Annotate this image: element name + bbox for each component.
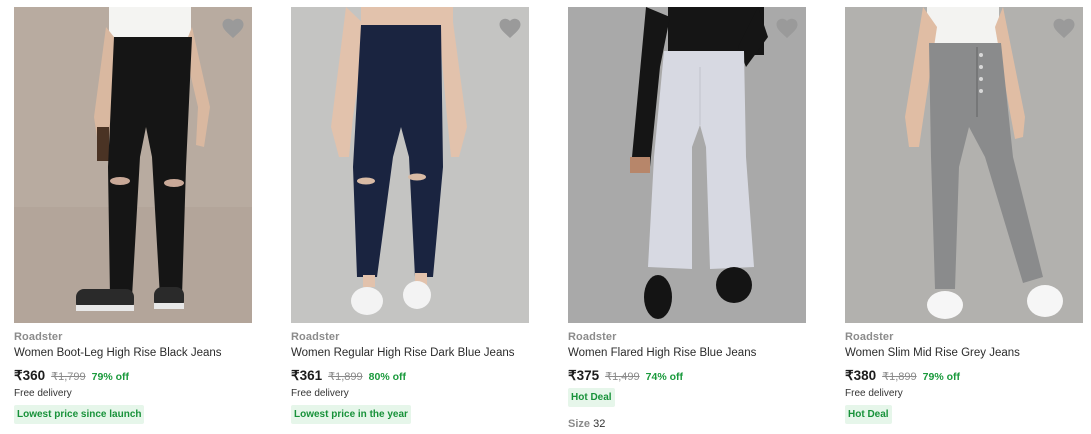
product-image[interactable] (291, 7, 529, 323)
product-image[interactable] (845, 7, 1083, 323)
product-card[interactable]: Roadster Women Boot-Leg High Rise Black … (14, 0, 252, 434)
deal-badge: Lowest price since launch (14, 405, 145, 424)
product-image[interactable] (568, 7, 806, 323)
price-row: ₹375 ₹1,499 74% off (568, 368, 683, 384)
product-title[interactable]: Women Boot-Leg High Rise Black Jeans (14, 347, 222, 359)
product-image[interactable] (14, 7, 252, 323)
heart-icon[interactable] (498, 17, 522, 39)
product-title[interactable]: Women Slim Mid Rise Grey Jeans (845, 347, 1020, 359)
deal-badge: Lowest price in the year (291, 405, 411, 424)
price-row: ₹361 ₹1,899 80% off (291, 368, 406, 384)
product-price: ₹380 (845, 368, 877, 383)
product-brand: Roadster (291, 331, 340, 343)
product-price: ₹361 (291, 368, 323, 383)
heart-icon[interactable] (775, 17, 799, 39)
price-row: ₹360 ₹1,799 79% off (14, 368, 129, 384)
product-mrp: ₹1,499 (605, 371, 640, 383)
discount-label: 79% off (922, 371, 960, 383)
product-title[interactable]: Women Flared High Rise Blue Jeans (568, 347, 756, 359)
product-title[interactable]: Women Regular High Rise Dark Blue Jeans (291, 347, 515, 359)
product-card[interactable]: Roadster Women Regular High Rise Dark Bl… (291, 0, 529, 434)
product-grid: Roadster Women Boot-Leg High Rise Black … (0, 0, 1091, 434)
product-mrp: ₹1,799 (51, 371, 86, 383)
delivery-label: Free delivery (14, 388, 72, 399)
heart-icon[interactable] (1052, 17, 1076, 39)
price-row: ₹380 ₹1,899 79% off (845, 368, 960, 384)
product-brand: Roadster (568, 331, 617, 343)
discount-label: 74% off (645, 371, 683, 383)
size-label: Size (568, 418, 591, 430)
product-price: ₹360 (14, 368, 46, 383)
product-card[interactable]: Roadster Women Slim Mid Rise Grey Jeans … (845, 0, 1083, 434)
deal-badge: Hot Deal (845, 405, 892, 424)
deal-badge: Hot Deal (568, 388, 615, 407)
discount-label: 80% off (368, 371, 406, 383)
product-brand: Roadster (845, 331, 894, 343)
product-mrp: ₹1,899 (882, 371, 917, 383)
heart-icon[interactable] (221, 17, 245, 39)
size-info: Size 32 (568, 418, 605, 430)
product-mrp: ₹1,899 (328, 371, 363, 383)
delivery-label: Free delivery (845, 388, 903, 399)
product-price: ₹375 (568, 368, 600, 383)
discount-label: 79% off (91, 371, 129, 383)
size-value: 32 (593, 418, 606, 430)
product-brand: Roadster (14, 331, 63, 343)
delivery-label: Free delivery (291, 388, 349, 399)
product-card[interactable]: Roadster Women Flared High Rise Blue Jea… (568, 0, 806, 434)
